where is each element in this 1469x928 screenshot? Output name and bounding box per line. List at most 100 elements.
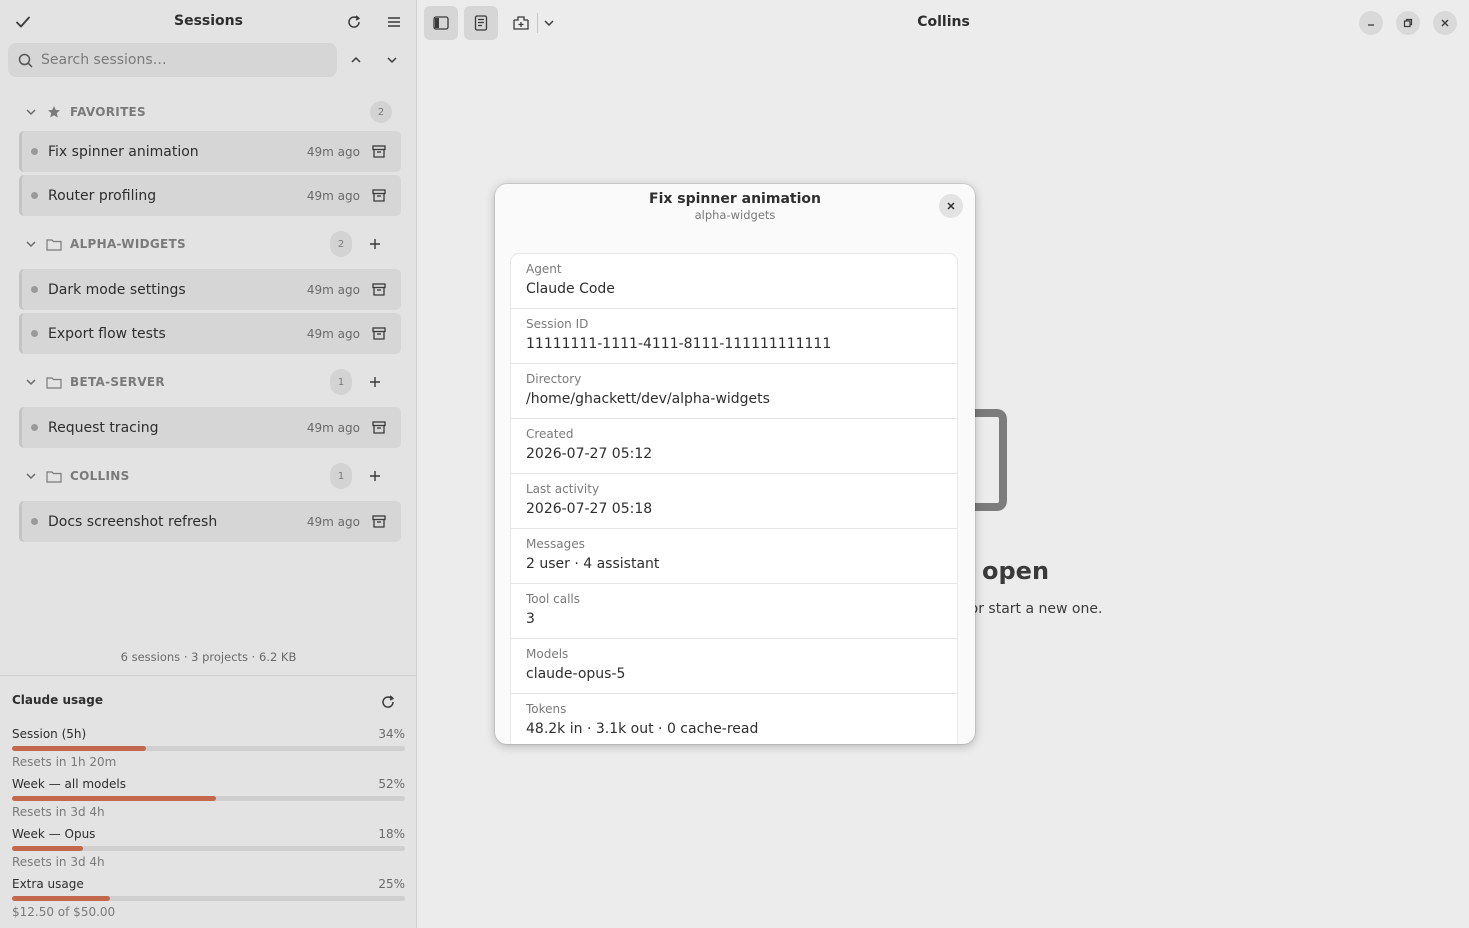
archive-button[interactable] — [370, 513, 388, 531]
meter-label: Extra usage — [12, 877, 84, 891]
usage-meter: Session (5h) 34% Resets in 1h 20m — [12, 727, 405, 771]
chevron-down-icon — [26, 379, 36, 386]
archive-button[interactable] — [370, 325, 388, 343]
property-row: Messages 2 user · 4 assistant — [511, 529, 957, 584]
chevron-down-icon — [26, 241, 36, 248]
archive-button[interactable] — [370, 143, 388, 161]
property-row: Models claude-opus-5 — [511, 639, 957, 694]
sidebar-header: Sessions — [0, 0, 417, 44]
meter-note: Resets in 3d 4h — [12, 805, 105, 819]
usage-refresh-button[interactable] — [374, 688, 402, 716]
session-row[interactable]: Fix spinner animation 49m ago — [19, 131, 401, 172]
session-time: 49m ago — [306, 514, 360, 529]
dialog-close-button[interactable] — [939, 194, 963, 218]
meter-label: Week — all models — [12, 777, 126, 791]
meter-track — [12, 846, 405, 851]
meter-percent: 34% — [378, 727, 405, 741]
dialog-subtitle: alpha-widgets — [694, 208, 776, 222]
search-input[interactable] — [41, 52, 321, 68]
group-name: FAVORITES — [70, 105, 147, 119]
session-time: 49m ago — [306, 282, 360, 297]
usage-meter: Week — all models 52% Resets in 3d 4h — [12, 777, 405, 821]
property-value: 11111111-1111-4111-8111-111111111111 — [526, 336, 832, 352]
archive-icon — [372, 189, 386, 202]
archive-icon — [372, 283, 386, 296]
maximize-button[interactable] — [1396, 11, 1420, 35]
meter-note: Resets in 3d 4h — [12, 855, 105, 869]
previous-match-button[interactable] — [341, 45, 371, 75]
property-row: Last activity 2026-07-27 05:18 — [511, 474, 957, 529]
group-header-favorites[interactable]: FAVORITES — [20, 98, 401, 126]
search-icon — [18, 53, 33, 68]
property-label: Created — [526, 427, 574, 441]
status-dot — [31, 424, 38, 431]
count-badge: 1 — [330, 369, 352, 395]
property-value: Claude Code — [526, 281, 615, 297]
meter-track — [12, 796, 405, 801]
property-row: Agent Claude Code — [511, 254, 957, 309]
property-row: Tokens 48.2k in · 3.1k out · 0 cache-rea… — [511, 694, 957, 744]
meter-track — [12, 746, 405, 751]
property-label: Agent — [526, 262, 562, 276]
status-dot — [31, 330, 38, 337]
chevron-down-icon — [26, 473, 36, 480]
hamburger-menu-icon — [388, 17, 400, 27]
menu-button[interactable] — [379, 7, 409, 37]
chevron-up-icon — [351, 56, 361, 63]
property-value: 2026-07-27 05:18 — [526, 501, 653, 517]
meter-percent: 25% — [378, 877, 405, 891]
property-label: Tokens — [526, 702, 567, 716]
archive-button[interactable] — [370, 419, 388, 437]
empty-state-icon — [973, 409, 1007, 511]
add-session-button[interactable] — [363, 370, 387, 394]
folder-icon — [46, 470, 62, 483]
session-name: Dark mode settings — [48, 281, 186, 298]
session-time: 49m ago — [306, 326, 360, 341]
session-time: 49m ago — [306, 420, 360, 435]
close-icon — [947, 202, 955, 210]
meter-fill — [12, 896, 111, 901]
session-row[interactable]: Export flow tests 49m ago — [19, 313, 401, 354]
window-title: Collins — [917, 14, 970, 30]
add-session-button[interactable] — [363, 464, 387, 488]
property-value: 48.2k in · 3.1k out · 0 cache-read — [526, 721, 759, 737]
archive-button[interactable] — [370, 281, 388, 299]
meter-track — [12, 896, 405, 901]
status-dot — [31, 518, 38, 525]
archive-button[interactable] — [370, 187, 388, 205]
property-label: Session ID — [526, 317, 589, 331]
session-name: Docs screenshot refresh — [48, 513, 218, 530]
status-dot — [31, 286, 38, 293]
meter-note: $12.50 of $50.00 — [12, 905, 116, 919]
folder-icon — [46, 376, 62, 389]
session-row[interactable]: Docs screenshot refresh 49m ago — [19, 501, 401, 542]
session-row[interactable]: Dark mode settings 49m ago — [19, 269, 401, 310]
add-session-button[interactable] — [363, 232, 387, 256]
count-badge: 1 — [330, 463, 352, 489]
count-badge: 2 — [330, 231, 352, 257]
session-name: Router profiling — [48, 187, 157, 204]
usage-title: Claude usage — [12, 693, 103, 707]
refresh-button[interactable] — [339, 7, 369, 37]
minimize-icon — [1368, 24, 1374, 26]
session-row[interactable]: Router profiling 49m ago — [19, 175, 401, 216]
property-label: Tool calls — [526, 592, 580, 606]
sidebar: Sessions FAVORITES 2 Fix spinner animati… — [0, 0, 417, 928]
minimize-button[interactable] — [1359, 11, 1383, 35]
session-name: Export flow tests — [48, 325, 166, 342]
session-row[interactable]: Request tracing 49m ago — [19, 407, 401, 448]
property-value: 2026-07-27 05:12 — [526, 446, 653, 462]
status-dot — [31, 192, 38, 199]
next-match-button[interactable] — [377, 45, 407, 75]
close-window-button[interactable] — [1433, 11, 1457, 35]
header-bar: Collins — [418, 0, 1469, 46]
session-name: Request tracing — [48, 419, 159, 436]
session-name: Fix spinner animation — [48, 143, 199, 160]
usage-meter: Week — Opus 18% Resets in 3d 4h — [12, 827, 405, 871]
property-label: Last activity — [526, 482, 600, 496]
meter-percent: 18% — [378, 827, 405, 841]
star-icon — [48, 106, 60, 118]
restore-icon — [1403, 18, 1413, 28]
close-icon — [1441, 19, 1449, 27]
property-row: Directory /home/ghackett/dev/alpha-widge… — [511, 364, 957, 419]
